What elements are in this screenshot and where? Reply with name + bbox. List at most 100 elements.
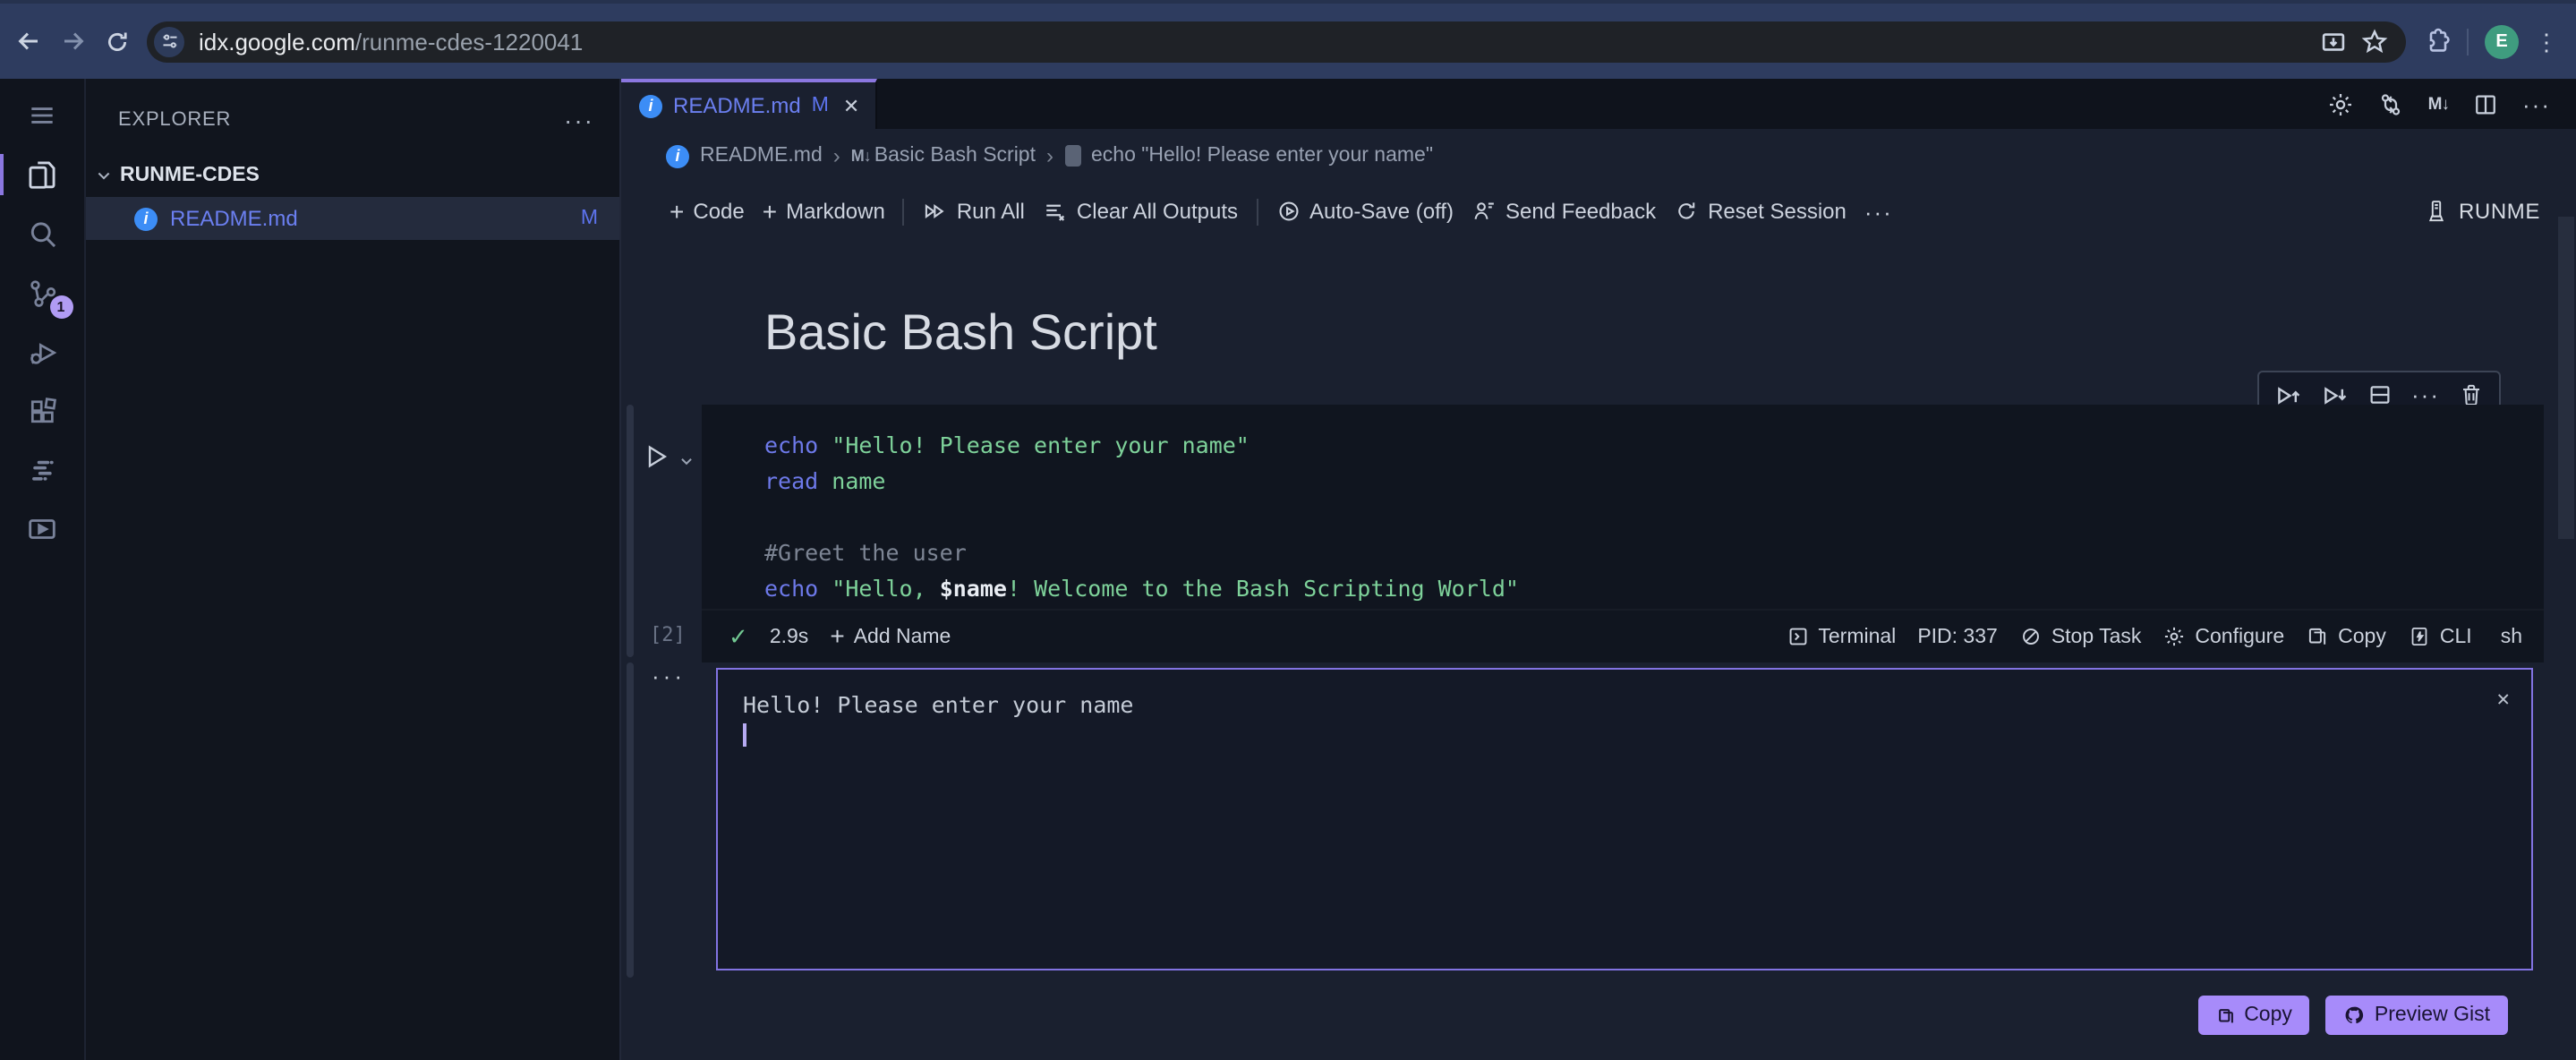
more-actions-icon[interactable]: ··· [2522,90,2551,117]
sidebar-item-explorer[interactable] [0,145,85,204]
tab-readme[interactable]: i README.md M ✕ [621,79,877,129]
split-editor-icon[interactable] [2472,90,2499,117]
code-token: ! Welcome to the Bash Scripting World" [1006,575,1519,602]
session-sync-icon[interactable] [2378,90,2405,117]
gear-icon [2162,625,2186,648]
breadcrumb: i README.md › M↓ Basic Bash Script › ech… [621,129,2576,183]
sidebar-item-preview[interactable] [0,500,85,559]
notebook-toolbar: + Code + Markdown Run All Clear All Outp… [621,183,2576,240]
run-all-icon [923,199,948,224]
add-name-button[interactable]: + Add Name [830,623,951,648]
sidebar-item-extensions[interactable] [0,381,85,440]
run-cell-button[interactable] [643,442,671,471]
clear-all-outputs-label: Clear All Outputs [1076,199,1238,224]
copy-button[interactable]: Copy [2306,625,2386,648]
runme-brand-label: RUNME [2459,199,2540,224]
url-host: idx.google.com [199,28,355,55]
copy-icon [2215,1005,2235,1025]
sidebar-item-search[interactable] [0,204,85,263]
autosave-label: Auto-Save (off) [1309,199,1454,224]
success-check-icon: ✓ [729,622,748,649]
stop-task-label: Stop Task [2051,626,2142,647]
stop-icon [2019,625,2043,648]
runme-logo-icon [2423,199,2448,224]
tab-modified-badge: M [811,95,829,116]
cli-button[interactable]: CLI [2408,625,2472,648]
url-path: /runme-cdes-1220041 [354,28,584,55]
output-more-icon[interactable]: ··· [652,662,686,689]
folder-row[interactable]: RUNME-CDES [86,154,619,197]
markdown-preview-icon[interactable]: M↓ [2428,94,2450,114]
add-markdown-label: Markdown [786,199,885,224]
reload-icon[interactable] [104,28,131,55]
cli-label: CLI [2439,626,2472,647]
explorer-more-icon[interactable]: ··· [564,106,594,134]
copy-gist-button[interactable]: Copy [2197,996,2310,1035]
send-feedback-label: Send Feedback [1505,199,1657,224]
chrome-separator [2467,28,2469,55]
send-feedback-button[interactable]: Send Feedback [1471,199,1656,224]
bookmark-star-icon[interactable] [2361,28,2388,55]
github-icon [2344,1004,2366,1026]
chrome-menu-icon[interactable]: ⋮ [2535,30,2558,53]
autosave-button[interactable]: Auto-Save (off) [1275,199,1454,224]
autosave-icon [1275,199,1301,224]
avatar[interactable]: E [2485,24,2519,58]
gear-icon[interactable] [2328,90,2355,117]
sidebar-item-idx[interactable] [0,440,85,500]
sidebar-item-run-debug[interactable] [0,322,85,381]
breadcrumb-section[interactable]: Basic Bash Script [874,145,1036,167]
reset-icon [1674,199,1699,224]
breadcrumb-file[interactable]: README.md [700,145,823,167]
editor-actions: M↓ ··· [2328,79,2576,129]
code-token: name [818,467,886,494]
terminal-output[interactable]: Hello! Please enter your name ✕ [716,668,2533,970]
clear-all-outputs-button[interactable]: Clear All Outputs [1043,199,1238,224]
pid-label: PID: 337 [1917,626,1998,647]
terminal-button[interactable]: Terminal [1786,625,1896,648]
menu-icon[interactable] [0,86,85,145]
code-token: read [764,467,819,494]
code-token: "Hello! Please enter your name" [818,432,1250,458]
site-settings-icon[interactable] [154,26,184,56]
notebook-body: Basic Bash Script ··· echo "Hello! Pleas… [621,240,2576,1060]
terminal-cursor [743,723,746,747]
explorer-header: EXPLORER ··· [86,97,619,143]
configure-button[interactable]: Configure [2162,625,2284,648]
run-all-label: Run All [956,199,1025,224]
run-all-button[interactable]: Run All [923,199,1025,224]
stop-task-button[interactable]: Stop Task [2019,625,2142,648]
code-cell[interactable]: echo "Hello! Please enter your name" rea… [702,405,2544,609]
tab-label: README.md [673,93,801,118]
url-bar[interactable]: idx.google.com/runme-cdes-1220041 [147,21,2406,62]
page-title: Basic Bash Script [764,304,1157,360]
toolbar-more-icon[interactable]: ··· [1864,198,1893,225]
install-app-icon[interactable] [2320,28,2347,55]
terminal-label: Terminal [1818,626,1897,647]
toolbar-separator [902,198,905,225]
execution-count: [2] [650,623,686,646]
toolbar-separator [1256,198,1258,225]
editor-area: i README.md M ✕ M↓ ··· i README.md › M↓ … [621,79,2576,1060]
run-options-chevron-icon[interactable] [678,453,695,469]
url-text[interactable]: idx.google.com/runme-cdes-1220041 [199,28,583,55]
file-row-readme[interactable]: i README.md M [86,197,619,240]
add-code-button[interactable]: + Code [670,198,745,224]
scrollbar-thumb[interactable] [2558,217,2574,539]
preview-gist-button[interactable]: Preview Gist [2325,996,2508,1035]
copy-label: Copy [2338,626,2386,647]
code-token: $name [939,575,1007,602]
sidebar-item-source-control[interactable]: 1 [0,263,85,322]
forward-icon[interactable] [59,27,88,56]
add-markdown-button[interactable]: + Markdown [763,198,885,224]
extensions-puzzle-icon[interactable] [2422,27,2451,56]
close-icon[interactable]: ✕ [843,94,859,117]
code-token: "Hello, [818,575,940,602]
close-output-icon[interactable]: ✕ [2497,684,2510,714]
info-icon: i [639,94,662,117]
code-token: #Greet the user [764,539,967,566]
breadcrumb-cell[interactable]: echo "Hello! Please enter your name" [1091,145,1433,167]
reset-session-button[interactable]: Reset Session [1674,199,1847,224]
back-icon[interactable] [14,27,43,56]
